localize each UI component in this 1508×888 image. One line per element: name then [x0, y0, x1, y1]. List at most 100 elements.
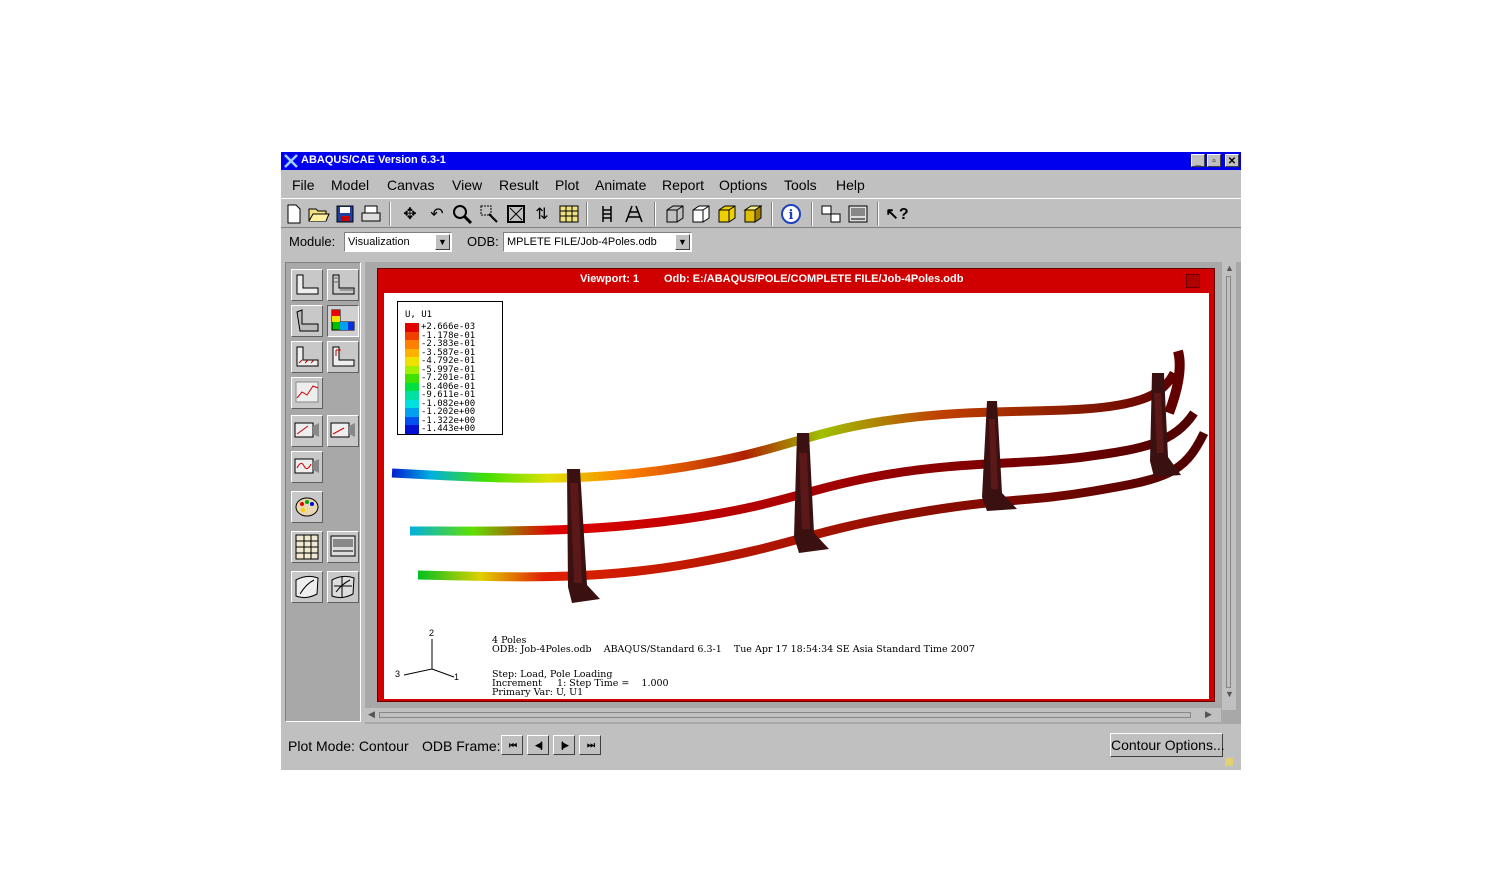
perspective-icon[interactable]	[623, 203, 645, 225]
legend-swatch	[405, 357, 419, 366]
menu-result[interactable]: Result	[499, 177, 539, 193]
scroll-right-icon[interactable]: ▶	[1205, 709, 1212, 720]
previous-frame-button[interactable]: ◀|	[527, 735, 549, 755]
module-label: Module:	[289, 234, 336, 249]
svg-text:i: i	[789, 208, 794, 223]
layout-icon[interactable]	[820, 203, 842, 225]
plot-material-orientation-tool[interactable]	[327, 341, 359, 373]
contour-options-button[interactable]: Contour Options...	[1110, 733, 1225, 757]
viewport-annotation-tool[interactable]	[327, 531, 359, 563]
print-icon[interactable]	[360, 203, 382, 225]
toolbar-separator	[654, 202, 656, 226]
legend-swatch	[405, 399, 419, 408]
xy-plot-tool[interactable]	[291, 377, 323, 409]
minimize-button[interactable]: _	[1191, 154, 1205, 167]
legend-swatch	[405, 323, 419, 332]
odb-label: ODB:	[467, 234, 499, 249]
shaded-view-icon[interactable]	[741, 203, 763, 225]
chevron-down-icon[interactable]: ▼	[435, 234, 450, 250]
menu-report[interactable]: Report	[662, 177, 704, 193]
animate-harmonic-tool[interactable]	[327, 415, 359, 447]
help-pointer-icon[interactable]: ↖?	[885, 203, 908, 225]
legend-swatch	[405, 416, 419, 425]
triad-axis-1: 1	[454, 672, 460, 682]
pan-icon[interactable]: ✥	[399, 203, 421, 225]
table-icon[interactable]	[558, 203, 580, 225]
odb-select[interactable]: MPLETE FILE/Job-4Poles.odb ▼	[503, 232, 692, 252]
scroll-left-icon[interactable]: ◀	[368, 709, 375, 720]
chevron-down-icon[interactable]: ▼	[675, 234, 690, 250]
contour-legend: U, U1 +2.666e-03 -1.178e-01 -2.383e-01 -…	[397, 301, 503, 435]
toolbar-separator	[771, 202, 773, 226]
viewport-canvas[interactable]: U, U1 +2.666e-03 -1.178e-01 -2.383e-01 -…	[384, 293, 1209, 699]
menu-animate[interactable]: Animate	[595, 177, 646, 193]
menu-plot[interactable]: Plot	[555, 177, 579, 193]
title-bar[interactable]: ABAQUS/CAE Version 6.3-1 _ ▫ ✕	[281, 152, 1241, 170]
menu-file[interactable]: File	[292, 177, 315, 193]
legend-swatch	[405, 331, 419, 340]
resize-grip-icon[interactable]	[1225, 758, 1233, 766]
plot-symbols-tool[interactable]	[291, 341, 323, 373]
module-select[interactable]: Visualization ▼	[344, 232, 452, 252]
plot-deformed-tool[interactable]	[327, 269, 359, 301]
menu-bar: File Model Canvas View Result Plot Anima…	[281, 171, 1241, 197]
viewport-title-number: Viewport: 1	[580, 273, 640, 285]
abaqus-main-window: ABAQUS/CAE Version 6.3-1 _ ▫ ✕ File Mode…	[281, 152, 1241, 770]
last-frame-button[interactable]: ⏭	[579, 735, 601, 755]
zoom-icon[interactable]	[452, 203, 474, 225]
close-button[interactable]: ✕	[1225, 154, 1239, 167]
first-frame-button[interactable]: ⏮	[501, 735, 523, 755]
open-file-icon[interactable]	[308, 203, 330, 225]
fit-icon[interactable]	[505, 203, 527, 225]
animate-time-history-tool[interactable]	[291, 451, 323, 483]
toolbar-separator	[586, 202, 588, 226]
scroll-up-icon[interactable]: ▲	[1225, 263, 1234, 273]
menu-help[interactable]: Help	[836, 177, 865, 193]
viewport-title-odb: Odb: E:/ABAQUS/POLE/COMPLETE FILE/Job-4P…	[664, 273, 964, 285]
plot-contours-tool[interactable]	[327, 305, 359, 337]
animate-scale-tool[interactable]	[291, 415, 323, 447]
plot-mesh-tool[interactable]	[291, 305, 323, 337]
front-view-icon[interactable]	[715, 203, 737, 225]
new-file-icon[interactable]	[283, 203, 305, 225]
toolbar-separator	[877, 202, 879, 226]
save-icon[interactable]	[334, 203, 356, 225]
module-value: Visualization	[348, 236, 410, 248]
menu-model[interactable]: Model	[331, 177, 369, 193]
rotate-icon[interactable]: ↶	[426, 203, 448, 225]
legend-swatch	[405, 365, 419, 374]
view-cut-options-tool[interactable]	[327, 571, 359, 603]
abaqus-logo-icon	[284, 154, 298, 168]
iso-view-icon[interactable]	[663, 203, 685, 225]
viewport-window: Viewport: 1 Odb: E:/ABAQUS/POLE/COMPLETE…	[377, 268, 1215, 702]
menu-tools[interactable]: Tools	[784, 177, 817, 193]
menu-options[interactable]: Options	[719, 177, 767, 193]
next-frame-button[interactable]: |▶	[553, 735, 575, 755]
display-icon[interactable]	[847, 203, 869, 225]
scroll-down-icon[interactable]: ▼	[1225, 689, 1234, 699]
legend-swatch	[405, 340, 419, 349]
restore-button[interactable]: ▫	[1207, 154, 1221, 167]
viewport-maximize-button[interactable]	[1186, 274, 1200, 288]
plot-undeformed-tool[interactable]	[291, 269, 323, 301]
info-icon[interactable]: i	[780, 203, 802, 225]
scroll-track[interactable]	[379, 712, 1191, 718]
palette-icon[interactable]	[291, 491, 323, 523]
legend-swatch	[405, 382, 419, 391]
parallel-icon[interactable]	[596, 203, 618, 225]
visualization-toolbox	[285, 262, 361, 722]
box-view-icon[interactable]	[689, 203, 711, 225]
box-zoom-icon[interactable]	[479, 203, 501, 225]
horizontal-scrollbar[interactable]: ◀ ▶	[365, 708, 1221, 722]
swap-icon[interactable]: ⇅	[531, 203, 553, 225]
plot-mode-label: Plot Mode: Contour	[288, 738, 409, 754]
view-cut-tool[interactable]	[291, 571, 323, 603]
menu-canvas[interactable]: Canvas	[387, 177, 434, 193]
toolbar: ✥ ↶ ⇅ i ↖?	[281, 198, 1241, 228]
scroll-track[interactable]	[1226, 276, 1231, 688]
vertical-scrollbar[interactable]: ▲ ▼	[1222, 262, 1236, 710]
report-table-tool[interactable]	[291, 531, 323, 563]
viewport-title-bar[interactable]: Viewport: 1 Odb: E:/ABAQUS/POLE/COMPLETE…	[378, 269, 1214, 291]
legend-title: U, U1	[405, 310, 433, 320]
menu-view[interactable]: View	[452, 177, 482, 193]
